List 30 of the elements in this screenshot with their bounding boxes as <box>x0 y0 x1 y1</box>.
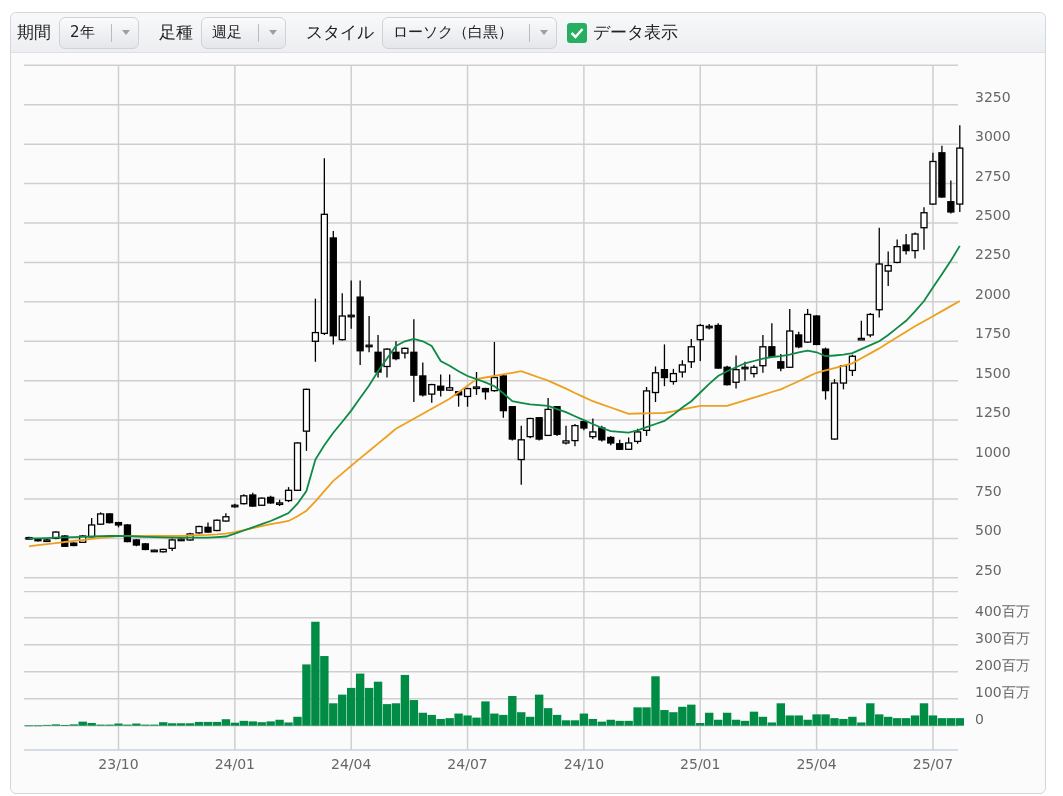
axis-label: 2750 <box>975 167 1011 184</box>
axis-label: 2250 <box>975 246 1011 263</box>
axis-label: 100百万 <box>975 683 1030 700</box>
axis-label: 25/07 <box>912 756 954 772</box>
axis-label: 24/01 <box>214 756 256 772</box>
axis-label: 0 <box>975 710 984 727</box>
axis-label: 1750 <box>975 325 1011 342</box>
axis-label: 24/10 <box>563 756 605 772</box>
axis-label: 24/04 <box>331 756 372 772</box>
axis-label: 750 <box>975 482 1002 499</box>
field-label: 足種 <box>158 20 193 44</box>
field-label: 期間 <box>17 20 51 44</box>
axis-label: 1000 <box>975 443 1011 460</box>
axis-label: 3250 <box>975 88 1011 105</box>
axis-label: 25/01 <box>680 756 721 772</box>
axis-label: 3000 <box>975 128 1011 145</box>
axis-label: 1500 <box>975 364 1011 381</box>
axis-label: 2500 <box>975 207 1011 223</box>
axis-label: 400百万 <box>975 602 1030 619</box>
axis-label: 2000 <box>975 285 1011 302</box>
axis-label: 23/10 <box>98 756 139 772</box>
axis-label: 500 <box>975 522 1002 539</box>
axis-label: 250 <box>975 561 1002 578</box>
field-label: スタイル <box>305 20 374 44</box>
axis-label: 1250 <box>975 404 1011 421</box>
axis-label: 300百万 <box>975 629 1030 646</box>
axis-label: 25/04 <box>796 756 837 772</box>
checkbox-label: データ表示 <box>592 20 678 44</box>
axis-label: 24/07 <box>447 756 488 772</box>
axis-label: 200百万 <box>975 656 1030 673</box>
